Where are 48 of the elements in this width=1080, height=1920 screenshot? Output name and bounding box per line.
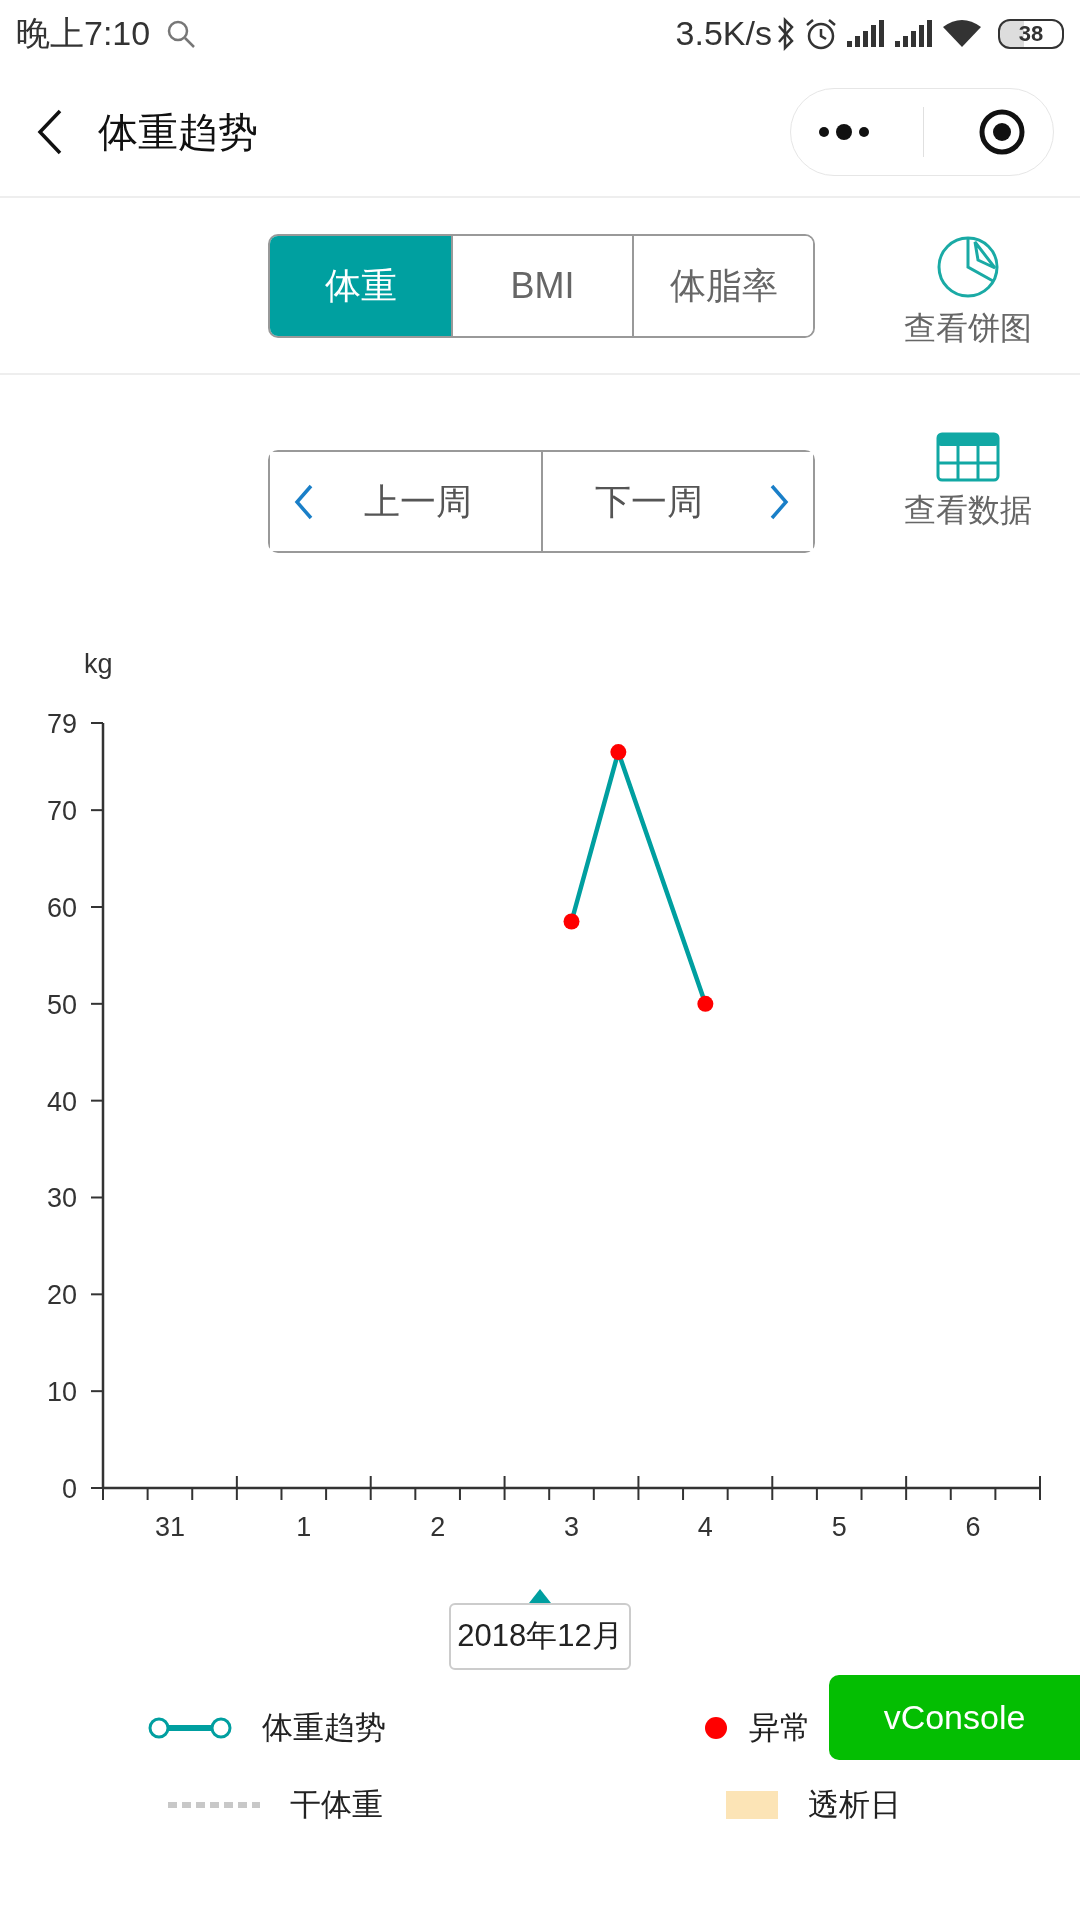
legend-label: 干体重 [290, 1785, 383, 1824]
table-icon [936, 432, 1000, 482]
x-tick-label: 5 [831, 1512, 847, 1542]
chevron-right-icon [769, 482, 789, 521]
y-tick-label: 30 [46, 1183, 77, 1214]
legend-label: 异常 [749, 1709, 811, 1747]
more-icon [817, 121, 872, 142]
back-button[interactable] [36, 107, 64, 156]
more-button[interactable] [817, 121, 872, 142]
data-point [610, 744, 627, 761]
month-label: 2018年12月 [449, 1603, 631, 1670]
segment-tab[interactable]: 体脂率 [632, 235, 813, 336]
data-point [563, 913, 580, 930]
y-tick-label: 40 [46, 1086, 77, 1117]
back-icon [36, 107, 64, 156]
axis-unit-label: kg [84, 649, 113, 679]
wifi-icon [942, 18, 982, 49]
x-tick-label: 1 [296, 1512, 312, 1542]
x-tick-label: 31 [154, 1512, 185, 1542]
signal-icon [846, 18, 886, 49]
page-title: 体重趋势 [98, 108, 258, 156]
next-week-button[interactable]: 下一周 [540, 452, 813, 551]
signal-icon [894, 18, 934, 49]
x-tick-label: 3 [564, 1512, 579, 1542]
chevron-left-icon [294, 482, 314, 521]
y-tick-label: 0 [61, 1474, 77, 1504]
y-tick-label: 60 [46, 893, 77, 923]
y-tick-label: 70 [46, 796, 77, 827]
y-tick-label: 79 [46, 709, 77, 739]
battery-indicator: 38 [998, 18, 1064, 49]
x-tick-label: 4 [697, 1512, 713, 1542]
view-data-button[interactable]: 查看数据 [898, 432, 1038, 534]
search-icon [166, 18, 197, 49]
triangle-marker-icon [529, 1589, 551, 1603]
y-tick-label: 50 [46, 989, 77, 1020]
legend-label: 透析日 [808, 1785, 901, 1824]
data-point [697, 995, 714, 1012]
bluetooth-icon [776, 16, 796, 51]
alarm-icon [804, 16, 838, 51]
x-tick-label: 2 [430, 1512, 446, 1542]
x-tick-label: 6 [965, 1512, 981, 1542]
status-time: 晚上7:10 [16, 13, 151, 54]
network-speed: 3.5K/s [675, 13, 772, 54]
y-tick-label: 10 [46, 1377, 77, 1408]
y-tick-label: 20 [46, 1280, 77, 1311]
view-pie-chart-button[interactable]: 查看饼图 [898, 219, 1038, 352]
legend-label: 体重趋势 [262, 1709, 386, 1747]
segment-tab[interactable]: 体重 [270, 235, 451, 336]
